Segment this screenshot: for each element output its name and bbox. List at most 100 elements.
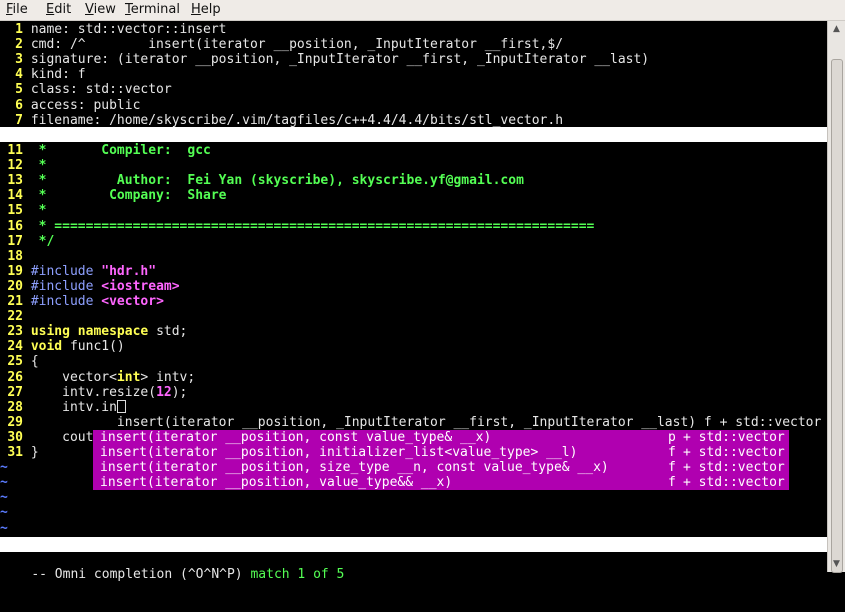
line-number: 13 [7,173,23,188]
line-number: 12 [7,158,23,173]
code-token: namespace [77,324,149,339]
menu-item[interactable]: Help [191,2,221,17]
code-token: * Compiler: gcc [30,143,211,158]
line-number: 16 [7,219,23,234]
menu-label-rest: erminal [130,2,180,17]
code-line: 22 [0,309,827,324]
preview-line: 1 name: std::vector::insert [0,22,827,37]
line-number: 11 [7,143,23,158]
menu-accel-key: E [46,2,55,17]
empty-buffer-line: ~ [0,505,8,520]
completion-item[interactable]: insert(iterator __position, value_type&&… [93,475,789,490]
code-token: using [30,324,70,339]
vertical-scrollbar[interactable]: ▲ ▼ [827,21,845,573]
preview-text: name: std::vector::insert [30,22,227,37]
completion-item[interactable]: insert(iterator __position, const value_… [93,430,789,445]
code-line: 24 void func1() [0,339,827,354]
code-token: intv.resize( [30,385,157,400]
code-line: 28 intv.in [0,400,827,415]
completion-item[interactable]: insert(iterator __position, size_type __… [93,460,789,475]
code-line: 23 using namespace std; [0,324,827,339]
preview-text: signature: (iterator __position, _InputI… [30,52,650,67]
code-token: int [116,370,141,385]
menu-bar: File Edit View Terminal Help [0,0,845,21]
code-token: #include [30,264,102,279]
completion-class: + std::vector [683,445,785,460]
completion-kind: p [668,430,676,445]
line-number: 31 [7,445,23,460]
menu-item[interactable]: View [85,2,116,17]
line-number: 25 [7,354,23,369]
line-number: 28 [7,400,23,415]
text-cursor [116,400,126,413]
code-token: intv.in [30,400,117,415]
line-number: 21 [7,294,23,309]
code-line: 18 [0,249,827,264]
preview-line: 7 filename: /home/skyscribe/.vim/tagfile… [0,113,827,128]
menu-item[interactable]: File [6,2,28,17]
scroll-up-icon[interactable]: ▲ [828,22,845,36]
line-number: 14 [7,188,23,203]
line-number: 1 [15,22,23,37]
line-number: 22 [7,309,23,324]
code-token: vector< [30,370,117,385]
line-number: 30 [7,430,23,445]
preview-line: 2 cmd: /^ insert(iterator __position, _I… [0,37,827,52]
completion-class: + std::vector [683,475,785,490]
code-token: <vector> [101,294,164,309]
line-number: 26 [7,370,23,385]
menu-label-rest: elp [200,2,221,17]
line-number: 7 [15,113,23,128]
menu-item[interactable]: Terminal [125,2,180,17]
completion-class: + std::vector [683,430,785,445]
line-number: 29 [7,415,23,430]
completion-kind: f [668,475,676,490]
empty-buffer-line: ~ [0,490,8,505]
line-number: 6 [15,98,23,113]
code-line: 21 #include <vector> [0,294,827,309]
completion-signature: insert(iterator __position, size_type __… [100,460,609,475]
code-line: 26 vector<int> intv; [0,370,827,385]
completion-item[interactable]: insert(iterator __position, initializer_… [93,445,789,460]
message-prefix: -- Omni completion (^O^N^P) [31,567,251,583]
code-line: 11 * Compiler: gcc [0,143,827,158]
code-line: 12 * [0,158,827,173]
code-line: 13 * Author: Fei Yan (skyscribe), skyscr… [0,173,827,188]
code-token: * ======================================… [30,219,595,234]
scroll-down-icon[interactable]: ▼ [828,557,845,571]
message-match: match 1 of 5 [250,567,345,583]
code-line: 29 insert(iterator __position, _InputIte… [0,415,827,430]
code-token: { [30,354,39,369]
completion-class: + std::vector [683,460,785,475]
line-number: 3 [15,52,23,67]
preview-text: kind: f [30,67,86,82]
code-token: cout [30,430,94,445]
completion-signature: insert(iterator __position, value_type&&… [100,475,453,490]
code-token: * [30,203,47,218]
code-token: void [30,339,63,354]
code-token: ); [171,385,188,400]
code-token: "hdr.h" [101,264,157,279]
line-number: 19 [7,264,23,279]
code-line: 20 #include <iostream> [0,279,827,294]
menu-accel-key: H [191,2,201,17]
code-line: 17 */ [0,234,827,249]
preview-status-line: [Scratch] [Preview] 0,1 Top [0,127,827,187]
completion-signature: insert(iterator __position, initializer_… [100,445,578,460]
scrollbar-thumb[interactable] [831,59,843,573]
preview-text: filename: /home/skyscribe/.vim/tagfiles/… [30,113,564,128]
completion-kind: f [668,445,676,460]
code-token: */ [30,234,55,249]
line-number: 4 [15,67,23,82]
code-token: #include [30,294,102,309]
vim-editor[interactable]: 1 name: std::vector::insert 2 cmd: /^ ins… [0,21,827,597]
menu-item[interactable]: Edit [46,2,71,17]
code-line: 14 * Company: Share [0,188,827,203]
preview-line: 5 class: std::vector [0,82,827,97]
preview-line: 4 kind: f [0,67,827,82]
line-number: 5 [15,82,23,97]
code-token: * Company: Share [30,188,227,203]
code-line: 27 intv.resize(12); [0,385,827,400]
main-status-scroll: Bot [802,582,826,598]
